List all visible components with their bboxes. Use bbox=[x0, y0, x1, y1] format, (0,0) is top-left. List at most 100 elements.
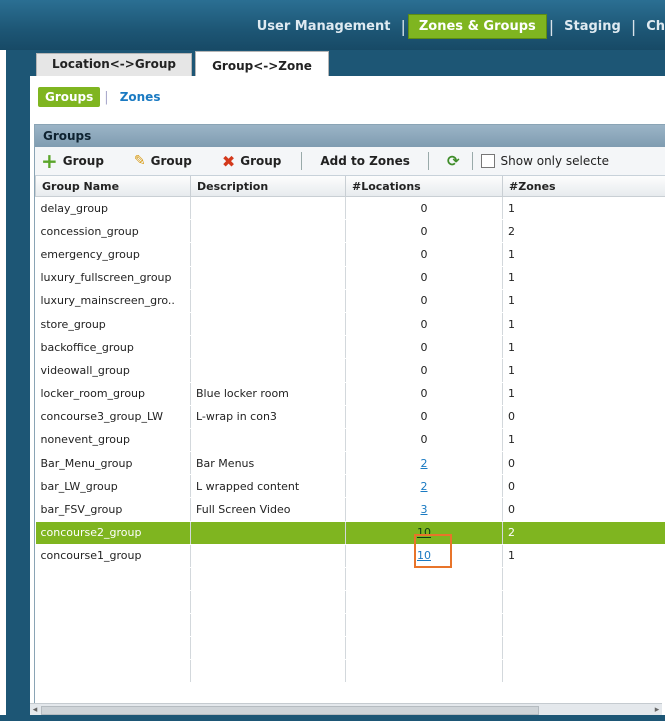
cell-group-name: concourse1_group bbox=[35, 544, 191, 569]
cell-locations: 0 bbox=[345, 382, 503, 406]
cell-group-name: backoffice_group bbox=[35, 335, 191, 360]
cell-group-name: luxury_fullscreen_group bbox=[35, 266, 191, 290]
cell-zones: 1 bbox=[502, 289, 665, 313]
empty-cell bbox=[502, 567, 665, 591]
edit-group-button[interactable]: ✎ Group bbox=[128, 153, 198, 169]
table-row[interactable]: locker_room_group Blue locker room 0 1 bbox=[35, 382, 665, 406]
table-row[interactable]: videowall_group 0 1 bbox=[35, 358, 665, 383]
delete-x-icon: ✖ bbox=[221, 151, 236, 171]
table-row[interactable]: nonevent_group 0 1 bbox=[35, 428, 665, 453]
delete-group-button[interactable]: ✖ Group bbox=[216, 152, 288, 171]
cell-description: L-wrap in con3 bbox=[190, 405, 346, 429]
subtab-zones[interactable]: Zones bbox=[113, 87, 168, 107]
table-row[interactable]: backoffice_group 0 1 bbox=[35, 335, 665, 360]
cell-group-name: luxury_mainscreen_gro.. bbox=[35, 289, 191, 313]
cell-group-name: bar_FSV_group bbox=[35, 497, 191, 522]
show-only-selected-checkbox[interactable] bbox=[480, 154, 495, 168]
empty-row bbox=[35, 636, 665, 660]
cell-zones: 2 bbox=[502, 219, 665, 244]
add-group-button[interactable]: + Group bbox=[35, 149, 110, 173]
table-row[interactable]: concourse1_group 10 1 bbox=[35, 544, 665, 569]
table-row[interactable]: concourse3_group_LW L-wrap in con3 0 0 bbox=[35, 405, 665, 429]
table-row[interactable]: emergency_group 0 1 bbox=[35, 242, 665, 267]
table-row[interactable]: concession_group 0 2 bbox=[35, 219, 665, 244]
table-row[interactable]: Bar_Menu_group Bar Menus 2 0 bbox=[35, 451, 665, 476]
cell-group-name: concourse2_group bbox=[35, 521, 191, 545]
table-row[interactable]: store_group 0 1 bbox=[35, 312, 665, 337]
refresh-button[interactable]: ⟳ bbox=[441, 152, 466, 170]
empty-cell bbox=[35, 613, 191, 637]
show-only-selected-toggle[interactable]: Show only selecte bbox=[479, 154, 615, 168]
cell-zones: 1 bbox=[502, 242, 665, 267]
table-row[interactable]: bar_LW_group L wrapped content 2 0 bbox=[35, 474, 665, 499]
empty-cell bbox=[190, 613, 346, 637]
cell-zones: 1 bbox=[502, 382, 665, 406]
empty-cell bbox=[345, 636, 503, 660]
cell-group-name: store_group bbox=[35, 312, 191, 337]
table-row[interactable]: bar_FSV_group Full Screen Video 3 0 bbox=[35, 497, 665, 522]
cell-description bbox=[190, 521, 346, 545]
cell-zones: 2 bbox=[502, 521, 665, 545]
table-row[interactable]: luxury_fullscreen_group 0 1 bbox=[35, 266, 665, 290]
column-header-description[interactable]: Description bbox=[190, 176, 346, 197]
nav-staging[interactable]: Staging bbox=[556, 19, 629, 34]
cell-description bbox=[190, 242, 346, 267]
tab-location-group[interactable]: Location<->Group bbox=[36, 53, 192, 76]
empty-row bbox=[35, 659, 665, 683]
cell-locations: 0 bbox=[345, 312, 503, 337]
empty-row bbox=[35, 613, 665, 637]
cell-group-name: nonevent_group bbox=[35, 428, 191, 453]
cell-zones: 1 bbox=[502, 428, 665, 453]
empty-cell bbox=[190, 659, 346, 683]
tab-group-zone[interactable]: Group<->Zone bbox=[195, 51, 329, 78]
table-row[interactable]: luxury_mainscreen_gro.. 0 1 bbox=[35, 289, 665, 313]
groups-panel: Groups + Group ✎ Group ✖ Group Add to Zo… bbox=[34, 124, 665, 721]
column-header-group-name[interactable]: Group Name bbox=[35, 176, 191, 197]
empty-cell bbox=[190, 567, 346, 591]
cell-zones: 1 bbox=[502, 335, 665, 360]
cell-zones: 0 bbox=[502, 451, 665, 476]
top-nav: User Management | Zones & Groups | Stagi… bbox=[249, 13, 665, 39]
empty-cell bbox=[345, 590, 503, 614]
locations-count-link[interactable]: 3 bbox=[421, 503, 428, 516]
cell-zones: 1 bbox=[502, 358, 665, 383]
locations-count-link[interactable]: 2 bbox=[421, 480, 428, 493]
subtab-groups[interactable]: Groups bbox=[38, 87, 101, 107]
nav-next-item[interactable]: Ch bbox=[638, 19, 665, 34]
cell-locations: 2 bbox=[345, 474, 503, 499]
cell-group-name: locker_room_group bbox=[35, 382, 191, 406]
plus-icon: + bbox=[41, 149, 58, 173]
add-to-zones-button[interactable]: Add to Zones bbox=[314, 154, 416, 168]
cell-group-name: concourse3_group_LW bbox=[35, 405, 191, 429]
cell-locations: 0 bbox=[345, 196, 503, 221]
cell-zones: 1 bbox=[502, 544, 665, 569]
toolbar-separator bbox=[427, 152, 429, 170]
groups-table: Group Name Description #Locations #Zones… bbox=[35, 176, 665, 683]
cell-description: Blue locker room bbox=[190, 382, 346, 406]
cell-description bbox=[190, 196, 346, 221]
empty-cell bbox=[190, 590, 346, 614]
column-header-locations[interactable]: #Locations bbox=[345, 176, 503, 197]
cell-description: L wrapped content bbox=[190, 474, 346, 499]
cell-zones: 1 bbox=[502, 196, 665, 221]
cell-zones: 1 bbox=[502, 312, 665, 337]
nav-separator: | bbox=[400, 16, 406, 36]
empty-cell bbox=[35, 590, 191, 614]
cell-description bbox=[190, 312, 346, 337]
column-header-zones[interactable]: #Zones bbox=[502, 176, 665, 197]
add-group-label: Group bbox=[62, 154, 104, 168]
cell-zones: 1 bbox=[502, 266, 665, 290]
cell-locations: 0 bbox=[345, 358, 503, 383]
empty-row bbox=[35, 590, 665, 614]
locations-count-link[interactable]: 2 bbox=[421, 457, 428, 470]
scrollbar-thumb[interactable] bbox=[41, 706, 539, 715]
cell-locations: 0 bbox=[345, 428, 503, 453]
empty-cell bbox=[345, 659, 503, 683]
table-row[interactable]: delay_group 0 1 bbox=[35, 196, 665, 221]
nav-zones-groups[interactable]: Zones & Groups bbox=[407, 13, 547, 39]
top-navigation-bar: User Management | Zones & Groups | Stagi… bbox=[0, 0, 665, 50]
table-row[interactable]: concourse2_group 10 2 bbox=[35, 521, 665, 545]
cell-group-name: videowall_group bbox=[35, 358, 191, 383]
nav-user-management[interactable]: User Management bbox=[249, 19, 399, 34]
cell-description bbox=[190, 266, 346, 290]
